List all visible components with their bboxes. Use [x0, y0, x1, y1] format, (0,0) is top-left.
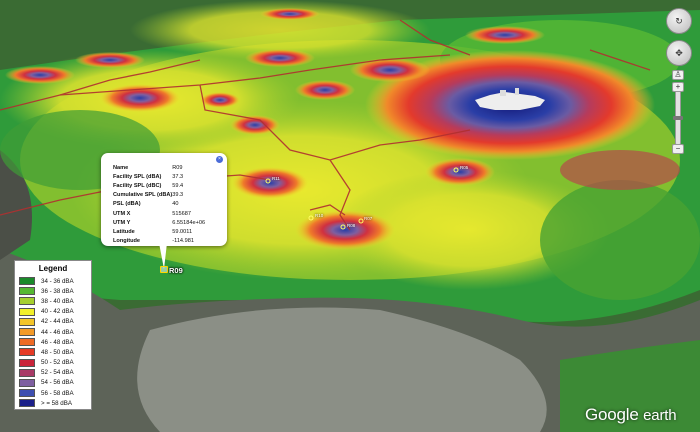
legend-label: 44 - 46 dBA — [41, 328, 74, 336]
legend-swatch — [19, 399, 35, 408]
receptor-label: R05 — [460, 165, 469, 170]
brand-word-earth: earth — [643, 407, 677, 424]
receptor-label: R07 — [364, 216, 373, 221]
legend-swatch — [19, 358, 35, 367]
zoom-slider-thumb[interactable] — [673, 116, 683, 120]
legend-label: 52 - 54 dBA — [41, 369, 74, 377]
look-around-icon[interactable]: ↻ — [666, 8, 692, 34]
legend-item: 52 - 54 dBA — [19, 368, 87, 378]
info-key: Facility SPL (dBC) — [113, 182, 162, 189]
info-value: 59.0011 — [172, 228, 193, 235]
legend-item: 46 - 48 dBA — [19, 337, 87, 347]
info-key: Cumulative SPL (dBA) — [113, 192, 173, 199]
legend-label: 40 - 42 dBA — [41, 308, 74, 316]
street-view-person-icon[interactable]: ♙ — [672, 70, 684, 80]
legend-item: > = 58 dBA — [19, 398, 87, 408]
receptor-pin-icon[interactable] — [160, 266, 168, 273]
legend-swatch — [19, 277, 35, 286]
legend-swatch — [19, 317, 35, 326]
info-key: Facility SPL (dBA) — [113, 173, 162, 180]
legend-swatch — [19, 389, 35, 398]
legend-swatch — [19, 338, 35, 347]
legend-swatch — [19, 287, 35, 296]
info-key: Name — [113, 164, 129, 171]
legend-label: 34 - 36 dBA — [41, 277, 74, 285]
info-table: Name R09 Facility SPL (dBA) 37.3 Facility SP… — [113, 163, 219, 246]
brand-logo: Google earth — [585, 405, 677, 425]
legend-label: 46 - 48 dBA — [41, 338, 74, 346]
info-key: Latitude — [113, 228, 135, 235]
legend-item: 50 - 52 dBA — [19, 358, 87, 368]
legend-swatch — [19, 368, 35, 377]
info-row: Name R09 — [113, 163, 219, 172]
zoom-out-button[interactable]: − — [672, 144, 684, 154]
info-value: 515687 — [172, 210, 191, 217]
info-value: 59.4 — [172, 182, 184, 189]
info-row: Facility SPL (dBC) 59.4 — [113, 181, 219, 190]
legend-item: 42 - 44 dBA — [19, 317, 87, 327]
zoom-slider[interactable] — [675, 84, 681, 146]
receptor-label-r09[interactable]: R09 — [169, 266, 183, 275]
info-value: 6.55184e+06 — [172, 219, 206, 226]
info-row: UTM X 515687 — [113, 209, 219, 218]
info-value: 40 — [172, 201, 179, 208]
legend-item: 34 - 36 dBA — [19, 276, 87, 286]
legend-label: 36 - 38 dBA — [41, 287, 74, 295]
receptor-label: R10 — [315, 213, 324, 218]
legend-label: 42 - 44 dBA — [41, 318, 74, 326]
info-row: Cumulative SPL (dBA) 39.3 — [113, 191, 219, 200]
info-value: 37.3 — [172, 173, 184, 180]
legend-item: 38 - 40 dBA — [19, 296, 87, 306]
info-row: PSL (dBA) 40 — [113, 200, 219, 209]
info-key: UTM X — [113, 210, 131, 217]
zoom-in-button[interactable]: + — [672, 82, 684, 92]
legend-item: 44 - 46 dBA — [19, 327, 87, 337]
receptor-label: R08 — [347, 223, 356, 228]
close-icon[interactable]: × — [216, 156, 223, 163]
navigation-controls: ↻ ✥ ♙ + − — [664, 6, 696, 156]
info-key: UTM Y — [113, 219, 131, 226]
legend-swatch — [19, 378, 35, 387]
legend-label: > = 58 dBA — [41, 399, 72, 407]
info-value: 39.3 — [172, 192, 184, 199]
legend-swatch — [19, 307, 35, 316]
legend-item: 48 - 50 dBA — [19, 347, 87, 357]
legend-label: 38 - 40 dBA — [41, 297, 74, 305]
legend-item: 40 - 42 dBA — [19, 307, 87, 317]
legend-swatch — [19, 348, 35, 357]
info-row: UTM Y 6.55184e+06 — [113, 218, 219, 227]
info-row: Facility SPL (dBA) 37.3 — [113, 172, 219, 181]
legend-label: 50 - 52 dBA — [41, 359, 74, 367]
legend-item: 36 - 38 dBA — [19, 286, 87, 296]
info-value: R09 — [172, 164, 183, 171]
receptor-label: R11 — [272, 176, 280, 181]
info-balloon: × Name R09 Facility SPL (dBA) 37.3 Facility … — [101, 153, 227, 246]
legend-label: 54 - 56 dBA — [41, 379, 74, 387]
legend-item: 56 - 58 dBA — [19, 388, 87, 398]
brand-word-google: Google — [585, 405, 639, 424]
legend-title: Legend — [38, 264, 68, 273]
legend-swatch — [19, 328, 35, 337]
legend-swatch — [19, 297, 35, 306]
legend-item: 54 - 56 dBA — [19, 378, 87, 388]
info-row: Latitude 59.0011 — [113, 227, 219, 236]
legend-label: 48 - 50 dBA — [41, 348, 74, 356]
info-key: PSL (dBA) — [113, 201, 141, 208]
info-value: -114.981 — [172, 238, 194, 245]
move-icon[interactable]: ✥ — [666, 40, 692, 66]
legend: Legend 34 - 36 dBA 36 - 38 dBA 38 - 40 dBA… — [14, 260, 92, 410]
legend-label: 56 - 58 dBA — [41, 389, 74, 397]
